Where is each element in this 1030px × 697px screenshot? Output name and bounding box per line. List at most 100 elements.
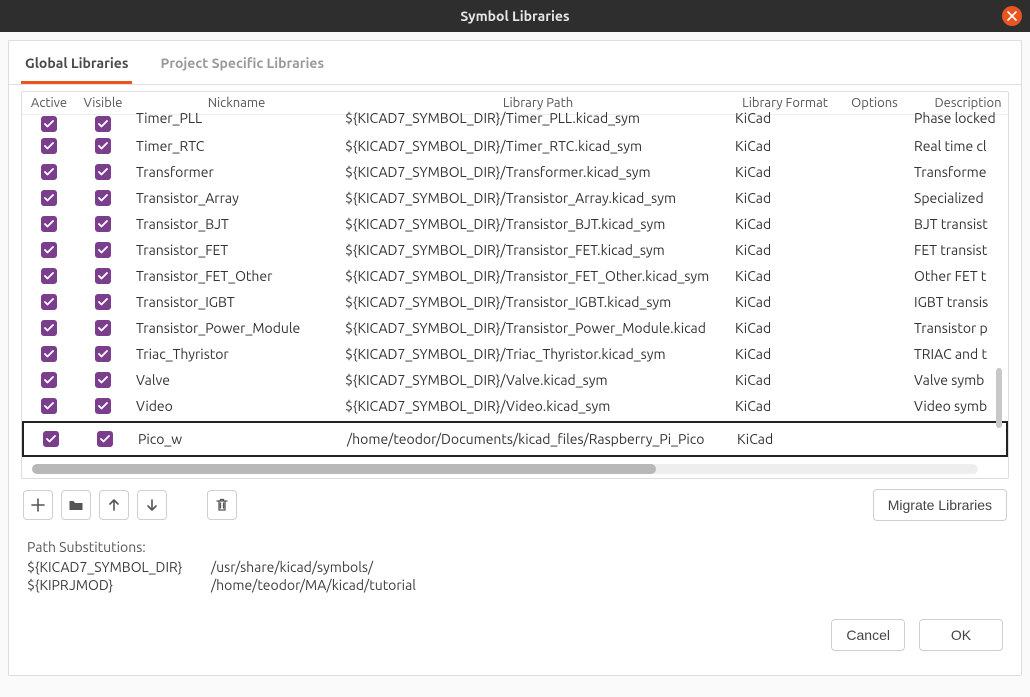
cell-description[interactable]: Specialized: [912, 190, 1009, 206]
cell-nickname[interactable]: Timer_RTC: [130, 138, 343, 154]
cell-library-path[interactable]: ${KICAD7_SYMBOL_DIR}/Transistor_FET_Othe…: [343, 268, 733, 284]
window-close-button[interactable]: [1002, 6, 1022, 26]
checkbox-cell[interactable]: [76, 116, 130, 132]
table-row[interactable]: Transistor_IGBT${KICAD7_SYMBOL_DIR}/Tran…: [22, 289, 1008, 315]
table-row[interactable]: Triac_Thyristor${KICAD7_SYMBOL_DIR}/Tria…: [22, 341, 1008, 367]
cell-library-path[interactable]: ${KICAD7_SYMBOL_DIR}/Transistor_FET.kica…: [343, 242, 733, 258]
table-row[interactable]: Transistor_FET${KICAD7_SYMBOL_DIR}/Trans…: [22, 237, 1008, 263]
cell-library-format[interactable]: KiCad: [733, 190, 837, 206]
checkbox-cell[interactable]: [76, 268, 130, 284]
cell-library-format[interactable]: KiCad: [733, 138, 837, 154]
checkbox-cell[interactable]: [22, 190, 76, 206]
cell-library-format[interactable]: KiCad: [733, 216, 837, 232]
checkbox-cell[interactable]: [22, 372, 76, 388]
cell-nickname[interactable]: Timer_PLL: [130, 110, 343, 126]
checkbox-cell[interactable]: [76, 164, 130, 180]
cell-library-path[interactable]: ${KICAD7_SYMBOL_DIR}/Transistor_Array.ki…: [343, 190, 733, 206]
vertical-scrollbar[interactable]: [996, 192, 1004, 432]
add-library-button[interactable]: [23, 490, 53, 520]
cell-library-path[interactable]: ${KICAD7_SYMBOL_DIR}/Video.kicad_sym: [343, 398, 733, 414]
table-row[interactable]: Transformer${KICAD7_SYMBOL_DIR}/Transfor…: [22, 159, 1008, 185]
cell-library-path[interactable]: ${KICAD7_SYMBOL_DIR}/Timer_RTC.kicad_sym: [343, 138, 733, 154]
checkbox-cell[interactable]: [76, 398, 130, 414]
cell-library-format[interactable]: KiCad: [733, 372, 837, 388]
cell-library-path[interactable]: ${KICAD7_SYMBOL_DIR}/Transistor_Power_Mo…: [343, 320, 733, 336]
checkbox-cell[interactable]: [22, 138, 76, 154]
checkbox-cell[interactable]: [76, 346, 130, 362]
move-up-button[interactable]: [99, 490, 129, 520]
cell-library-path[interactable]: ${KICAD7_SYMBOL_DIR}/Transformer.kicad_s…: [343, 164, 733, 180]
cell-description[interactable]: TRIAC and t: [912, 346, 1009, 362]
col-visible[interactable]: Visible: [76, 92, 130, 114]
cell-nickname[interactable]: Valve: [130, 372, 343, 388]
cell-nickname[interactable]: Transistor_IGBT: [130, 294, 343, 310]
checkbox-cell[interactable]: [22, 216, 76, 232]
checkbox-cell[interactable]: [22, 164, 76, 180]
cell-library-format[interactable]: KiCad: [733, 268, 837, 284]
cell-library-path[interactable]: /home/teodor/Documents/kicad_files/Raspb…: [345, 431, 735, 447]
move-down-button[interactable]: [137, 490, 167, 520]
checkbox-cell[interactable]: [24, 431, 78, 447]
cell-library-path[interactable]: ${KICAD7_SYMBOL_DIR}/Valve.kicad_sym: [343, 372, 733, 388]
table-row[interactable]: Valve${KICAD7_SYMBOL_DIR}/Valve.kicad_sy…: [22, 367, 1008, 393]
browse-library-button[interactable]: [61, 490, 91, 520]
horizontal-scrollbar[interactable]: [32, 464, 978, 474]
table-row[interactable]: Video${KICAD7_SYMBOL_DIR}/Video.kicad_sy…: [22, 393, 1008, 419]
table-row[interactable]: Timer_RTC${KICAD7_SYMBOL_DIR}/Timer_RTC.…: [22, 133, 1008, 159]
cell-description[interactable]: IGBT transis: [912, 294, 1009, 310]
table-row[interactable]: Transistor_FET_Other${KICAD7_SYMBOL_DIR}…: [22, 263, 1008, 289]
tab-global-libraries[interactable]: Global Libraries: [21, 49, 132, 84]
cell-library-format[interactable]: KiCad: [733, 242, 837, 258]
checkbox-cell[interactable]: [76, 190, 130, 206]
checkbox-cell[interactable]: [76, 320, 130, 336]
checkbox-cell[interactable]: [22, 294, 76, 310]
checkbox-cell[interactable]: [76, 372, 130, 388]
cell-description[interactable]: Valve symb: [912, 372, 1009, 388]
cell-library-path[interactable]: ${KICAD7_SYMBOL_DIR}/Transistor_IGBT.kic…: [343, 294, 733, 310]
cell-nickname[interactable]: Transistor_FET_Other: [130, 268, 343, 284]
checkbox-cell[interactable]: [22, 320, 76, 336]
delete-library-button[interactable]: [207, 490, 237, 520]
cell-description[interactable]: Other FET t: [912, 268, 1009, 284]
cell-library-format[interactable]: KiCad: [733, 164, 837, 180]
cell-library-format[interactable]: KiCad: [735, 431, 839, 447]
table-row[interactable]: Transistor_Power_Module${KICAD7_SYMBOL_D…: [22, 315, 1008, 341]
table-row[interactable]: Pico_w/home/teodor/Documents/kicad_files…: [22, 421, 1008, 457]
cell-description[interactable]: Transforme: [912, 164, 1009, 180]
col-active[interactable]: Active: [22, 92, 76, 114]
cell-nickname[interactable]: Video: [130, 398, 343, 414]
checkbox-cell[interactable]: [22, 398, 76, 414]
horizontal-scrollbar-thumb[interactable]: [32, 464, 656, 474]
cell-nickname[interactable]: Transistor_BJT: [130, 216, 343, 232]
cell-nickname[interactable]: Transistor_FET: [130, 242, 343, 258]
checkbox-cell[interactable]: [22, 268, 76, 284]
checkbox-cell[interactable]: [22, 346, 76, 362]
cancel-button[interactable]: Cancel: [831, 619, 905, 651]
ok-button[interactable]: OK: [919, 619, 1003, 651]
migrate-libraries-button[interactable]: Migrate Libraries: [873, 489, 1007, 521]
cell-nickname[interactable]: Transistor_Array: [130, 190, 343, 206]
cell-library-format[interactable]: KiCad: [733, 346, 837, 362]
checkbox-cell[interactable]: [22, 242, 76, 258]
vertical-scrollbar-thumb[interactable]: [996, 368, 1002, 428]
cell-description[interactable]: BJT transist: [912, 216, 1009, 232]
cell-library-format[interactable]: KiCad: [733, 110, 837, 126]
cell-description[interactable]: Phase locked: [912, 110, 1009, 126]
table-row[interactable]: Timer_PLL${KICAD7_SYMBOL_DIR}/Timer_PLL.…: [22, 115, 1008, 133]
tab-project-specific-libraries[interactable]: Project Specific Libraries: [156, 49, 328, 84]
checkbox-cell[interactable]: [78, 431, 132, 447]
table-row[interactable]: Transistor_BJT${KICAD7_SYMBOL_DIR}/Trans…: [22, 211, 1008, 237]
cell-library-format[interactable]: KiCad: [733, 294, 837, 310]
table-row[interactable]: Transistor_Array${KICAD7_SYMBOL_DIR}/Tra…: [22, 185, 1008, 211]
checkbox-cell[interactable]: [76, 216, 130, 232]
cell-nickname[interactable]: Triac_Thyristor: [130, 346, 343, 362]
col-options[interactable]: Options: [837, 92, 912, 114]
cell-library-path[interactable]: ${KICAD7_SYMBOL_DIR}/Triac_Thyristor.kic…: [343, 346, 733, 362]
cell-library-format[interactable]: KiCad: [733, 398, 837, 414]
checkbox-cell[interactable]: [76, 294, 130, 310]
cell-library-path[interactable]: ${KICAD7_SYMBOL_DIR}/Timer_PLL.kicad_sym: [343, 110, 733, 126]
checkbox-cell[interactable]: [22, 116, 76, 132]
cell-description[interactable]: FET transist: [912, 242, 1009, 258]
cell-nickname[interactable]: Transistor_Power_Module: [130, 320, 343, 336]
cell-description[interactable]: Transistor p: [912, 320, 1009, 336]
